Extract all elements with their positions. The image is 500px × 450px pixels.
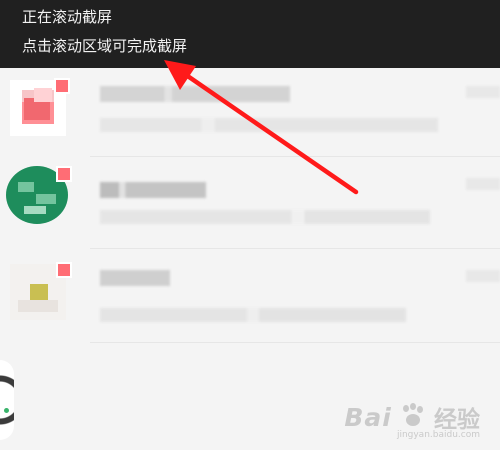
avatar-mosaic-block (36, 194, 56, 204)
chat-list-item[interactable] (0, 252, 500, 348)
scroll-screenshot-status: 正在滚动截屏 (22, 8, 113, 26)
avatar-mosaic-block (34, 88, 52, 102)
avatar-mosaic-block (24, 206, 46, 214)
avatar-mosaic-block (18, 300, 58, 312)
blurred-contact-name (100, 86, 290, 102)
blurred-message-preview (100, 210, 430, 224)
chat-list-item[interactable] (0, 160, 500, 256)
blurred-contact-name (100, 182, 206, 198)
unread-badge (56, 166, 72, 182)
blurred-message-preview (100, 308, 406, 322)
avatar-mosaic-block (4, 408, 9, 413)
watermark-brand: Bai (344, 402, 392, 432)
blurred-contact-name (100, 270, 170, 286)
baidu-jingyan-watermark: Bai 经验 jingyan.baidu.com (344, 400, 480, 441)
watermark-cn: 经验 (434, 407, 480, 433)
avatar-mosaic-block (30, 284, 48, 300)
partial-avatar (0, 360, 14, 440)
unread-badge (54, 78, 70, 94)
chat-list-item[interactable] (0, 68, 500, 164)
scroll-screenshot-instruction: 点击滚动区域可完成截屏 (22, 37, 188, 55)
chat-list[interactable] (0, 68, 500, 450)
blurred-message-preview (100, 118, 438, 132)
screen: 正在滚动截屏 点击滚动区域可完成截屏 Bai 经验 jingyan.baidu.… (0, 0, 500, 450)
divider (90, 342, 500, 343)
divider (90, 248, 500, 249)
blurred-timestamp (466, 270, 500, 282)
avatar-mosaic-block (18, 182, 34, 192)
paw-icon (399, 403, 427, 431)
blurred-timestamp (466, 178, 500, 190)
divider (90, 156, 500, 157)
unread-badge (56, 262, 72, 278)
blurred-timestamp (466, 86, 500, 98)
scroll-screenshot-banner[interactable]: 正在滚动截屏 点击滚动区域可完成截屏 (0, 0, 500, 68)
watermark-url: jingyan.baidu.com (396, 430, 480, 440)
